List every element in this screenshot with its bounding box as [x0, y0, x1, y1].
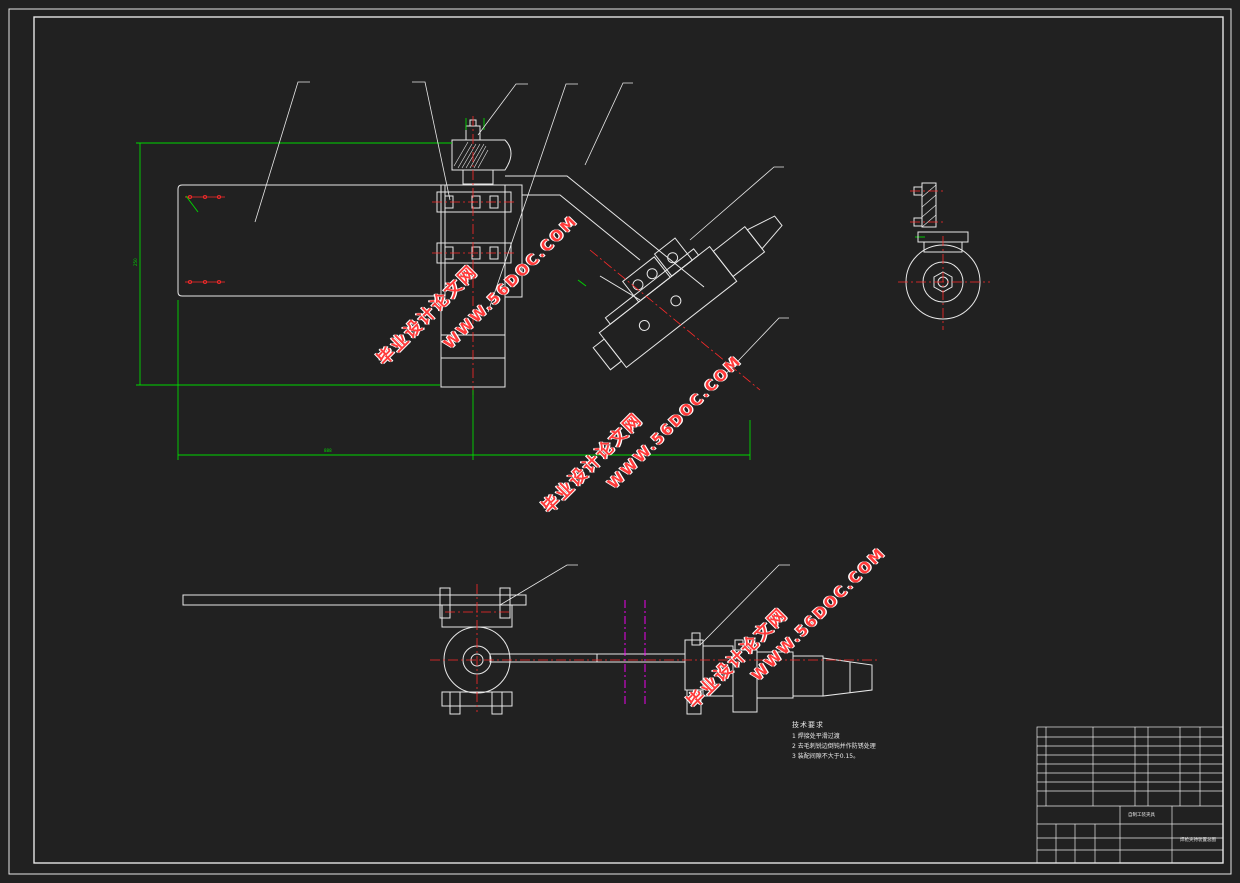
- bottom-centerlines: [430, 584, 880, 712]
- note-item-3: 3 装配间隙不大于0.15。: [792, 753, 860, 760]
- phantom-lines: [624, 600, 646, 705]
- notes-heading: 技术要求: [792, 721, 824, 729]
- hole-marks: [185, 194, 225, 284]
- dim-horizontal-text: 888: [324, 448, 332, 453]
- dimension-lines: [136, 118, 925, 460]
- main-view: [177, 119, 783, 388]
- design-title: 自制工装夹具: [1128, 811, 1155, 818]
- note-item-2: 2 去毛刺锐边倒钝并作防锈处理: [792, 743, 876, 750]
- dim-vertical-text: 250: [133, 258, 138, 266]
- base-plate: [177, 184, 446, 297]
- note-item-1: 1 焊接处平滑过渡: [792, 733, 840, 740]
- leader-lines: [254, 81, 790, 646]
- top-bracket: [451, 139, 512, 171]
- technical-notes: 技术要求 1 焊接处平滑过渡 2 去毛刺锐边倒钝并作防锈处理 3 装配间隙不大于…: [792, 720, 876, 762]
- centerlines-main: [432, 116, 761, 395]
- diagonal-arm: [505, 175, 705, 296]
- side-centerlines: [898, 190, 990, 330]
- drawing-name: 焊枪夹持装置总图: [1180, 836, 1216, 843]
- flat-bar: [182, 594, 527, 606]
